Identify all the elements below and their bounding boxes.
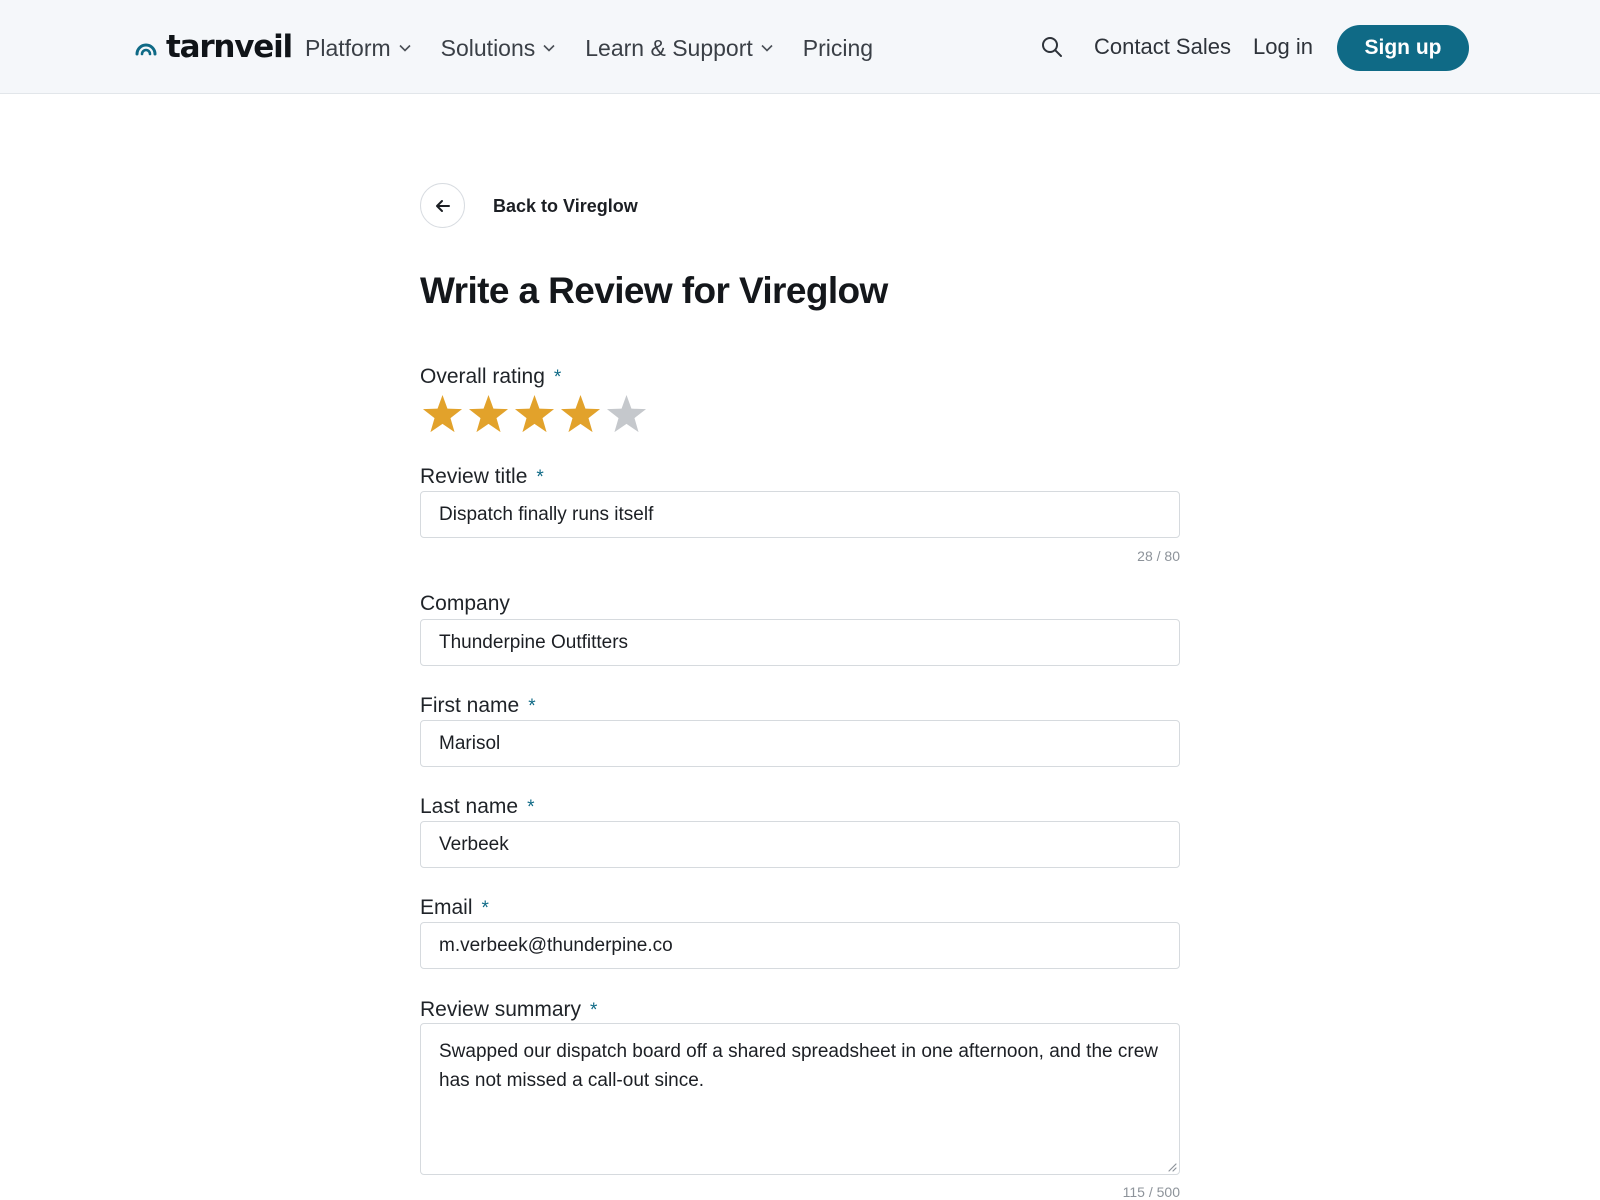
back-button[interactable] [420,183,465,228]
nav-learn-support-label: Learn & Support [585,34,753,61]
star-filled-icon[interactable] [513,393,556,436]
chevron-down-icon [543,44,555,52]
required-marker: * [481,898,489,919]
star-filled-icon[interactable] [421,393,464,436]
email-input[interactable] [420,922,1180,969]
nav-solutions[interactable]: Solutions [441,35,556,62]
first-name-input[interactable] [420,720,1180,767]
chevron-down-icon [761,44,773,52]
first-name-label-text: First name [420,694,520,717]
nav-pricing-label: Pricing [802,34,874,61]
required-marker: * [553,367,562,388]
nav-platform-label: Platform [305,34,391,61]
review-title-label-text: Review title [420,465,528,488]
star-rating[interactable] [421,393,648,439]
nav-learn-support[interactable]: Learn & Support [585,35,773,62]
arrow-left-icon [435,199,450,212]
login-link[interactable]: Log in [1253,34,1313,60]
review-summary-textarea[interactable]: Swapped our dispatch board off a shared … [420,1023,1180,1175]
page-title: Write a Review for Vireglow [420,270,888,311]
company-input[interactable] [420,619,1180,666]
logo-arc-icon [135,43,157,56]
review-summary-label: Review summary * [420,998,597,1022]
company-label-text: Company [420,592,510,615]
main-nav: Platform Solutions Learn & Support Prici… [305,28,903,68]
required-marker: * [527,797,535,818]
email-label: Email * [420,896,489,920]
brand-name: tarnveil [166,29,293,65]
star-filled-icon[interactable] [467,393,510,436]
last-name-label: Last name * [420,795,534,819]
required-marker: * [528,696,536,717]
review-title-input[interactable] [420,491,1180,538]
chevron-down-icon [399,44,411,52]
first-name-label: First name * [420,694,536,718]
email-label-text: Email [420,896,473,919]
review-summary-label-text: Review summary [420,998,582,1021]
last-name-label-text: Last name [420,795,519,818]
brand-logo[interactable]: tarnveil [134,26,293,68]
company-label: Company [420,592,510,616]
star-empty-icon[interactable] [605,393,648,436]
review-title-counter: 28 / 80 [1137,548,1180,564]
overall-rating-label-text: Overall rating [420,365,545,388]
review-title-label: Review title * [420,465,544,489]
back-link[interactable]: Back to Vireglow [493,196,638,217]
nav-pricing[interactable]: Pricing [803,35,873,62]
signup-button[interactable]: Sign up [1337,25,1469,71]
top-navigation-bar: tarnveil Platform Solutions Learn & Supp… [0,0,1600,94]
last-name-input[interactable] [420,821,1180,868]
contact-sales-link[interactable]: Contact Sales [1094,34,1231,60]
resize-grip-icon[interactable] [1167,1162,1177,1172]
nav-platform[interactable]: Platform [305,35,411,62]
overall-rating-label: Overall rating * [420,365,561,389]
star-filled-icon[interactable] [559,393,602,436]
review-summary-counter: 115 / 500 [1122,1184,1180,1200]
required-marker: * [536,467,544,488]
search-icon[interactable] [1040,35,1064,59]
required-marker: * [590,1000,598,1021]
nav-solutions-label: Solutions [440,34,536,61]
